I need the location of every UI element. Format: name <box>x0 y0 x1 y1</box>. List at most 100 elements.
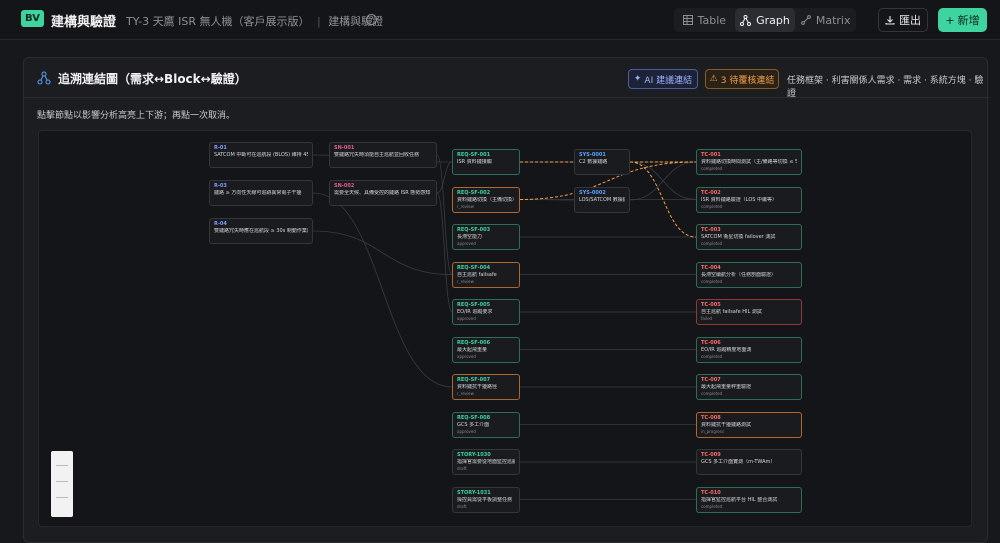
node-status: r_review <box>457 203 474 209</box>
node-status: draft <box>457 503 467 509</box>
trace-edge[interactable] <box>312 192 453 388</box>
node-label: 雙鏈路冗失時須能自主巡航並回收任務 <box>334 152 420 158</box>
new-label: 新增 <box>957 14 980 27</box>
graph-network-icon <box>37 71 51 85</box>
top-bar: BV 建構與驗證 TY-3 天鷹 ISR 無人機（客戶展示版） | 建構與驗證 … <box>0 0 1000 40</box>
node-id: STORY-1031 <box>457 489 491 496</box>
tab-graph[interactable]: Graph <box>734 8 796 32</box>
graph-node-req-sf-004[interactable]: REQ-SF-004 自主巡航 failsafe r_review <box>452 261 520 288</box>
graph-node-sn-002[interactable]: SN-002 需要全天候、具備受控的鏈路 ISR 態勢感知 <box>329 180 437 206</box>
node-label: 資料鏈路切換時間測試（主/備路等切換 ≤ 500m... <box>701 159 797 165</box>
node-id: REQ-SF-008 <box>457 414 491 421</box>
graph-node-req-sf-008[interactable]: REQ-SF-008 GCS 多工介面 approved <box>452 411 520 438</box>
graph-node-tc-004[interactable]: TC-004 長滯空續航分析（任務剖面驗證） completed <box>696 261 802 288</box>
graph-node-req-sf-005[interactable]: REQ-SF-005 EO/IR 追蹤要求 approved <box>452 299 520 325</box>
page-title: 建構與驗證 <box>51 15 117 30</box>
panel-title: 追溯連結圖（需求↔Block↔驗證） <box>58 72 247 86</box>
node-label: C2 數據鏈路 <box>579 159 608 165</box>
node-label: GCS 多工介面實測（m-TWAm） <box>701 459 776 465</box>
graph-node-sn-001[interactable]: SN-001 雙鏈路冗失時須能自主巡航並回收任務 <box>329 142 437 168</box>
minimap[interactable] <box>51 451 73 517</box>
node-label: 最大起飛重量秤重驗證 <box>701 384 752 390</box>
graph-node-tc-002[interactable]: TC-002 ISR 資料鏈路驗證（LOS 中繼等） completed <box>696 186 802 213</box>
node-label: 資料鏈抗干擾鏈路測試 <box>701 421 752 428</box>
warning-icon: ⚠ <box>709 74 718 84</box>
breadcrumb: TY-3 天鷹 ISR 無人機（客戶展示版） | 建構與驗證 <box>126 13 383 29</box>
node-id: TC-002 <box>701 189 721 196</box>
graph-node-tc-006[interactable]: TC-006 EO/IR 追蹤精度地面測 completed <box>696 336 802 363</box>
graph-canvas[interactable]: R-01SATCOM 中斷可在巡航段 (BLOS) 維持 45 M... R-03… <box>38 130 972 527</box>
help-icon[interactable]: ? <box>366 14 377 25</box>
graph-node-tc-010[interactable]: TC-010 指揮官監控巡航平台 HIL 整合測試 completed <box>696 486 802 513</box>
node-label: 指揮官監控巡航平台 HIL 整合測試 <box>701 496 778 503</box>
tab-matrix-label: Matrix <box>815 13 851 27</box>
graph-node-r-04[interactable]: R-04 雙鏈路冗失時應在巡航段 ≥ 30s 制動作業防... <box>209 218 313 244</box>
node-id: REQ-SF-004 <box>457 264 491 271</box>
tab-table[interactable]: Table <box>674 8 735 32</box>
node-id: TC-007 <box>701 377 721 383</box>
graph-node-story-1031[interactable]: STORY-1031 操控員需從平板調整任務 draft <box>452 486 520 513</box>
graph-node-tc-009[interactable]: TC-009 GCS 多工介面實測（m-TWAm） <box>696 449 802 475</box>
node-id: TC-010 <box>701 489 721 496</box>
graph-node-tc-003[interactable]: TC-003 SATCOM 衛星切換 failover 測試 completed <box>696 224 802 250</box>
node-id: TC-005 <box>701 302 721 308</box>
trace-edge[interactable] <box>629 161 697 201</box>
project-name[interactable]: TY-3 天鷹 ISR 無人機（客戶展示版） <box>126 15 309 28</box>
view-switcher: Table Graph Matrix <box>674 8 856 32</box>
graph-node-r-03[interactable]: R-03 鏈路 ≥ 方向性天線可追跡異常電子干擾 <box>209 180 313 206</box>
node-id: REQ-SF-007 <box>457 377 491 383</box>
node-id: TC-006 <box>701 339 721 346</box>
graph-node-tc-007[interactable]: TC-007 最大起飛重量秤重驗證 completed <box>696 374 802 400</box>
node-status: completed <box>701 166 723 171</box>
graph-node-sys-0001[interactable]: SYS-0001 C2 數據鏈路 <box>574 149 630 175</box>
node-status: completed <box>701 503 723 509</box>
graph-node-req-sf-002[interactable]: REQ-SF-002 資料鏈路切換（主備切換） r_review <box>452 186 520 213</box>
graph-node-req-sf-001[interactable]: REQ-SF-001 ISR 資料鏈接觸 <box>452 149 520 175</box>
graph-node-tc-001[interactable]: TC-001資料鏈路切換時間測試（主/備路等切換 ≤ 500m...comple… <box>696 149 802 175</box>
node-id: SYS-0001 <box>579 152 606 158</box>
node-label: 雙鏈路冗失時應在巡航段 ≥ 30s 制動作業防... <box>214 228 308 234</box>
node-id: REQ-SF-006 <box>457 339 491 346</box>
graph-hint: 點擊節點以影響分析高亮上下游；再點一次取消。 <box>37 111 236 121</box>
node-id: R-04 <box>214 221 227 227</box>
pending-review-button[interactable]: ⚠ 3 待覆核連結 <box>705 69 779 89</box>
node-id: SN-002 <box>334 183 355 189</box>
export-button[interactable]: 匯出 <box>878 8 928 32</box>
graph-node-tc-008[interactable]: TC-008 資料鏈抗干擾鏈路測試 in_progress <box>696 411 802 438</box>
trace-edge[interactable] <box>312 230 453 275</box>
node-label: 長滯空能力 <box>457 234 483 240</box>
node-label: 資料鏈路切換（主備切換） <box>457 196 515 203</box>
node-label: 長滯空續航分析（任務剖面驗證） <box>701 271 777 278</box>
node-label: 自主巡航 failsafe HIL 測試 <box>701 309 762 315</box>
node-status: r_review <box>457 278 474 284</box>
node-id: SYS-0002 <box>579 190 606 196</box>
node-status: approved <box>457 316 476 321</box>
node-label: 自主巡航 failsafe <box>457 271 497 278</box>
node-label: 最大起飛重量 <box>457 346 488 353</box>
node-label: SATCOM 中斷可在巡航段 (BLOS) 維持 45 M... <box>214 152 308 158</box>
tab-graph-label: Graph <box>756 13 790 27</box>
export-label: 匯出 <box>899 14 921 27</box>
graph-node-req-sf-007[interactable]: REQ-SF-007 資料鏈抗干擾路徑 r_review <box>452 374 520 400</box>
breadcrumb-separator: | <box>316 15 321 28</box>
graph-node-tc-005[interactable]: TC-005 自主巡航 failsafe HIL 測試 failed <box>696 299 802 325</box>
tab-matrix[interactable]: Matrix <box>795 8 856 32</box>
node-status: completed <box>701 353 723 359</box>
graph-node-req-sf-003[interactable]: REQ-SF-003 長滯空能力 approved <box>452 224 520 250</box>
node-status: approved <box>457 353 476 359</box>
new-button[interactable]: + 新增 <box>938 8 987 32</box>
ai-suggest-button[interactable]: ✦ AI 建議連結 <box>628 69 698 89</box>
graph-node-r-01[interactable]: R-01SATCOM 中斷可在巡航段 (BLOS) 維持 45 M... <box>209 142 313 168</box>
node-label: 資料鏈抗干擾路徑 <box>457 384 498 390</box>
graph-node-sys-0002[interactable]: SYS-0002LOS/SATCOM 數據鏈路 <box>574 187 630 213</box>
node-label: LOS/SATCOM 數據鏈路 <box>579 197 625 203</box>
node-label: 需要全天候、具備受控的鏈路 ISR 態勢感知 <box>334 190 431 196</box>
node-id: STORY-1030 <box>457 452 491 458</box>
node-label: 鏈路 ≥ 方向性天線可追跡異常電子干擾 <box>214 190 302 196</box>
node-status: approved <box>457 428 476 434</box>
graph-node-req-sf-006[interactable]: REQ-SF-006 最大起飛重量 approved <box>452 336 520 363</box>
graph-node-story-1030[interactable]: STORY-1030指揮官需要從地面監控巡航任務draft <box>452 449 520 475</box>
trace-edge[interactable] <box>436 161 453 194</box>
node-label: ISR 資料鏈接觸 <box>457 159 492 165</box>
plus-icon: + <box>945 13 955 27</box>
